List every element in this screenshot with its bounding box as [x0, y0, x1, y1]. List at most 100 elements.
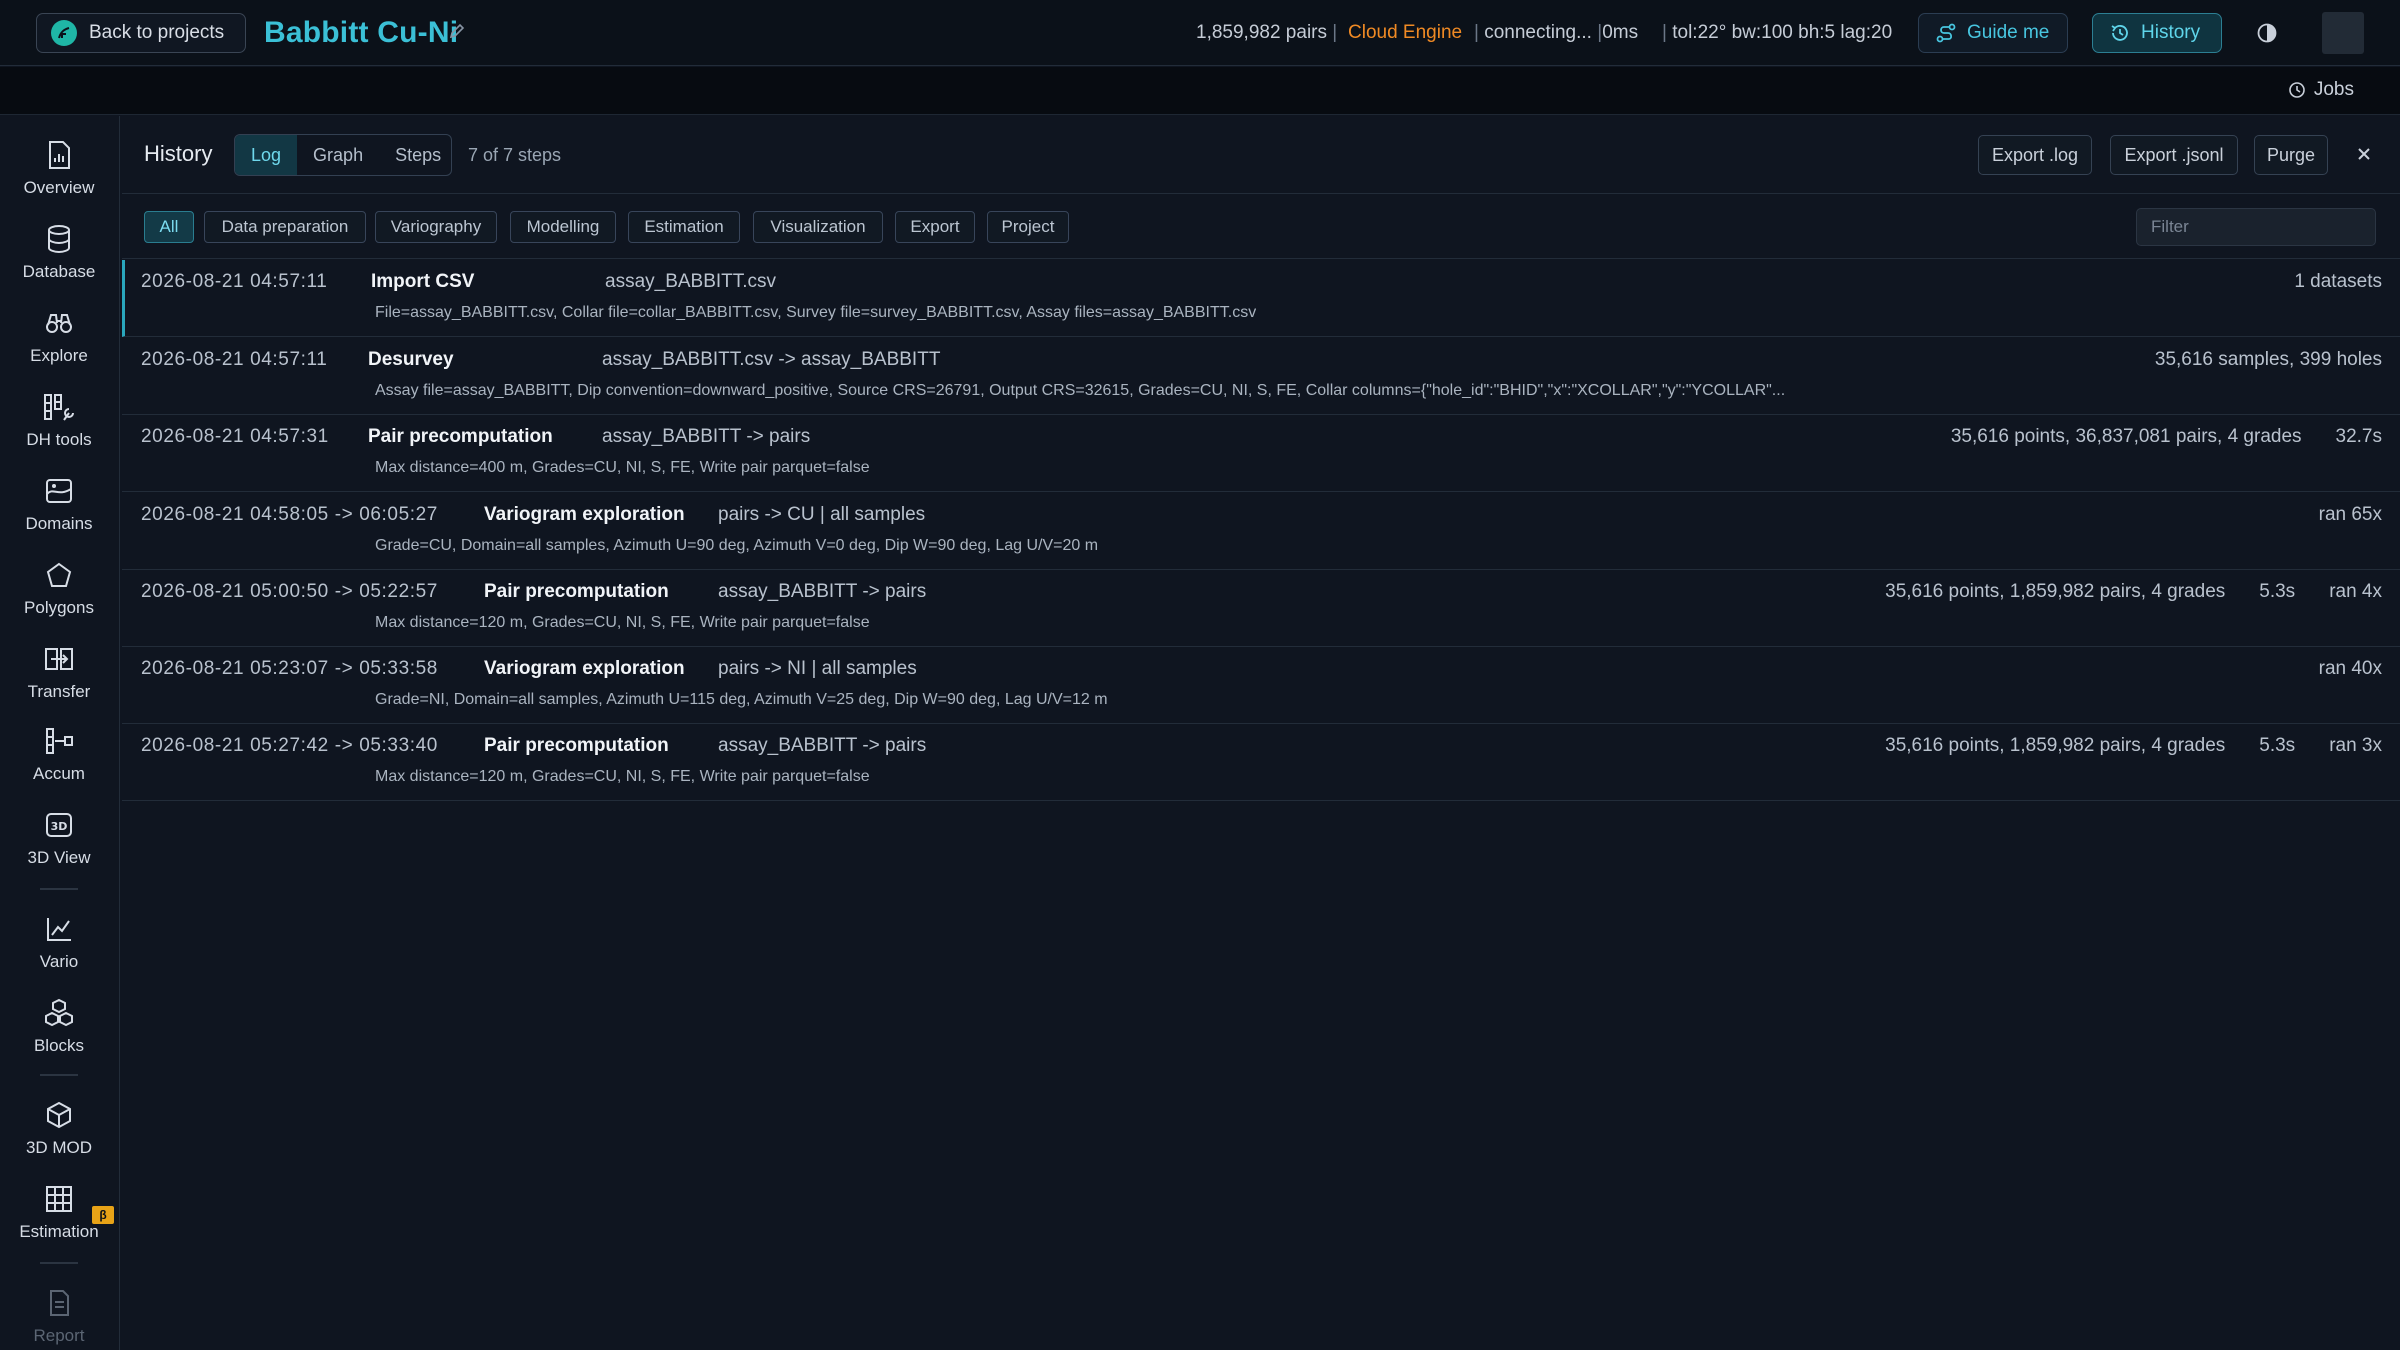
sidebar-item-label: Vario [39, 952, 79, 971]
tab-graph[interactable]: Graph [297, 135, 379, 175]
filter-chip-variography[interactable]: Variography [375, 211, 497, 243]
sidebar-item-overview[interactable]: Overview [0, 136, 118, 216]
history-row[interactable]: 2026-08-21 04:57:31 Pair precomputation … [122, 415, 2400, 492]
domains-icon [44, 472, 74, 510]
filter-input[interactable] [2136, 208, 2376, 246]
row-operation: Pair precomputation [484, 581, 669, 602]
row-timestamp: 2026-08-21 04:57:11 [141, 271, 328, 292]
sidebar-item-transfer[interactable]: Transfer [0, 640, 118, 720]
sidebar-item-dh-tools[interactable]: DH tools [0, 388, 118, 468]
row-stats: 1 datasets [2294, 271, 2382, 293]
filter-chip-all[interactable]: All [144, 211, 194, 243]
3d-view-icon: 3D [44, 806, 74, 844]
guide-me-label: Guide me [1967, 22, 2050, 43]
row-target: assay_BABBITT -> pairs [718, 735, 927, 756]
jobs-strip: Jobs [0, 67, 2400, 115]
row-detail: Grade=CU, Domain=all samples, Azimuth U=… [375, 537, 1099, 554]
history-row[interactable]: 2026-08-21 05:27:42 -> 05:33:40 Pair pre… [122, 724, 2400, 801]
sidebar-divider [40, 888, 78, 890]
vario-params-label: tol:22° bw:100 bh:5 lag:20 [1672, 22, 1893, 43]
row-stat-duration: 5.3s [2259, 581, 2296, 602]
sidebar-item-label: Report [33, 1326, 85, 1345]
steps-count: 7 of 7 steps [468, 145, 562, 165]
tab-steps[interactable]: Steps [379, 135, 451, 175]
history-row[interactable]: 2026-08-21 04:57:11 Import CSV assay_BAB… [122, 260, 2400, 337]
sidebar-item-estimation[interactable]: Estimation [0, 1180, 118, 1260]
accum-icon [43, 722, 75, 760]
user-avatar[interactable] [2322, 12, 2364, 54]
sidebar-item-blocks[interactable]: Blocks [0, 994, 118, 1074]
row-timestamp: 2026-08-21 05:00:50 -> 05:22:57 [141, 581, 438, 602]
row-operation: Import CSV [371, 271, 475, 292]
pairs-status: 1,859,982 pairs | [1196, 22, 1338, 43]
connection-status: | connecting... |0ms [1474, 22, 1639, 43]
sidebar-item-label: Polygons [24, 598, 94, 617]
sidebar-item-3d-mod[interactable]: 3D MOD [0, 1096, 118, 1176]
sidebar-item-report[interactable]: Report [0, 1284, 118, 1350]
chart-icon [44, 910, 74, 948]
sidebar-item-label: Overview [23, 178, 95, 197]
filter-chip-project[interactable]: Project [987, 211, 1069, 243]
row-target: assay_BABBITT.csv [605, 271, 777, 292]
row-stats: 35,616 points, 1,859,982 pairs, 4 grades… [1885, 581, 2382, 603]
row-target: assay_BABBITT -> pairs [718, 581, 927, 602]
export-jsonl-button[interactable]: Export .jsonl [2110, 135, 2238, 175]
vario-params-status: | tol:22° bw:100 bh:5 lag:20 [1662, 22, 1893, 43]
row-stat-summary: 35,616 samples, 399 holes [2154, 349, 2382, 370]
row-operation: Pair precomputation [484, 735, 669, 756]
row-stats: ran 40x [2319, 658, 2382, 680]
sidebar-item-domains[interactable]: Domains [0, 472, 118, 552]
sidebar-item-label: Domains [25, 514, 93, 533]
purge-button[interactable]: Purge [2254, 135, 2328, 175]
filter-chip-export[interactable]: Export [895, 211, 975, 243]
sidebar-item-label: Estimation [19, 1222, 99, 1241]
row-stats: ran 65x [2319, 504, 2382, 526]
back-to-projects-button[interactable]: Back to projects [36, 13, 246, 53]
row-target: assay_BABBITT -> pairs [602, 426, 811, 447]
filter-chip-estimation[interactable]: Estimation [628, 211, 740, 243]
svg-text:3D: 3D [51, 820, 68, 833]
close-icon[interactable] [2354, 144, 2374, 164]
sidebar-item-vario[interactable]: Vario [0, 910, 118, 990]
filter-chip-modelling[interactable]: Modelling [510, 211, 616, 243]
history-row[interactable]: 2026-08-21 04:57:11 Desurvey assay_BABBI… [122, 338, 2400, 415]
history-button[interactable]: History [2092, 13, 2222, 53]
guide-me-button[interactable]: Guide me [1918, 13, 2068, 53]
category-filter-bar: All Data preparation Variography Modelli… [122, 195, 2400, 259]
row-operation: Variogram exploration [484, 658, 685, 679]
app-logo-icon [51, 20, 77, 46]
row-stat-duration: 5.3s [2259, 735, 2296, 756]
clock-icon [2289, 82, 2305, 98]
row-stat-runs: ran 4x [2329, 581, 2382, 602]
row-target: assay_BABBITT.csv -> assay_BABBITT [602, 349, 941, 370]
row-stat-summary: 1 datasets [2294, 271, 2382, 292]
engine-status: Cloud Engine [1348, 22, 1463, 43]
tab-log[interactable]: Log [235, 135, 298, 175]
export-log-button[interactable]: Export .log [1978, 135, 2092, 175]
row-stat-runs: ran 40x [2318, 658, 2382, 679]
project-title: Babbitt Cu-Ni [264, 16, 459, 49]
sidebar-item-label: Explore [30, 346, 88, 365]
jobs-button[interactable]: Jobs [2288, 79, 2354, 101]
sidebar-item-polygons[interactable]: Polygons [0, 556, 118, 636]
row-operation: Pair precomputation [368, 426, 553, 447]
history-row[interactable]: 2026-08-21 04:58:05 -> 06:05:27 Variogra… [122, 493, 2400, 570]
sidebar-item-3d-view[interactable]: 3D 3D View [0, 806, 118, 886]
sidebar-item-label: Transfer [27, 682, 91, 701]
dh-tools-icon [42, 388, 76, 426]
row-stat-runs: ran 65x [2318, 504, 2382, 525]
filter-chip-data-preparation[interactable]: Data preparation [204, 211, 366, 243]
sidebar-item-database[interactable]: Database [0, 220, 118, 300]
history-header: History Log Graph Steps 7 of 7 steps Exp… [122, 116, 2400, 194]
filter-chip-visualization[interactable]: Visualization [753, 211, 883, 243]
sidebar: Overview Database Explore DH tools Domai… [0, 116, 120, 1350]
theme-contrast-icon[interactable] [2256, 22, 2278, 44]
history-row[interactable]: 2026-08-21 05:00:50 -> 05:22:57 Pair pre… [122, 570, 2400, 647]
history-row[interactable]: 2026-08-21 05:23:07 -> 05:33:58 Variogra… [122, 647, 2400, 724]
sidebar-item-explore[interactable]: Explore [0, 304, 118, 384]
row-target: pairs -> NI | all samples [718, 658, 917, 679]
database-icon [45, 220, 73, 258]
row-stats: 35,616 points, 36,837,081 pairs, 4 grade… [1951, 426, 2382, 448]
sidebar-item-accum[interactable]: Accum [0, 722, 118, 802]
edit-title-icon[interactable] [448, 22, 466, 40]
